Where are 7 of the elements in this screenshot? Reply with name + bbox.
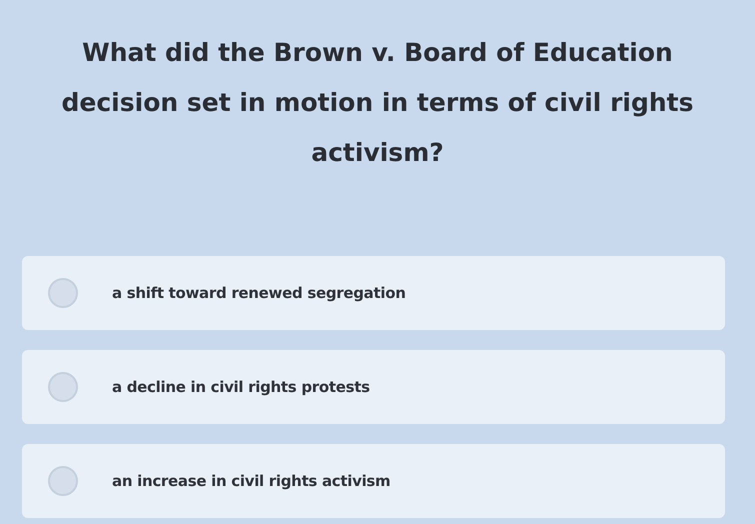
answer-option[interactable]: a shift toward renewed segregation	[22, 256, 725, 330]
radio-button[interactable]	[48, 278, 78, 308]
radio-button[interactable]	[48, 372, 78, 402]
answer-option[interactable]: a decline in civil rights protests	[22, 350, 725, 424]
question-text: What did the Brown v. Board of Education decision set in motion in terms of civil rights activism?	[60, 37, 694, 169]
answer-option[interactable]: an increase in civil rights activism	[22, 444, 725, 518]
radio-button[interactable]	[48, 466, 78, 496]
